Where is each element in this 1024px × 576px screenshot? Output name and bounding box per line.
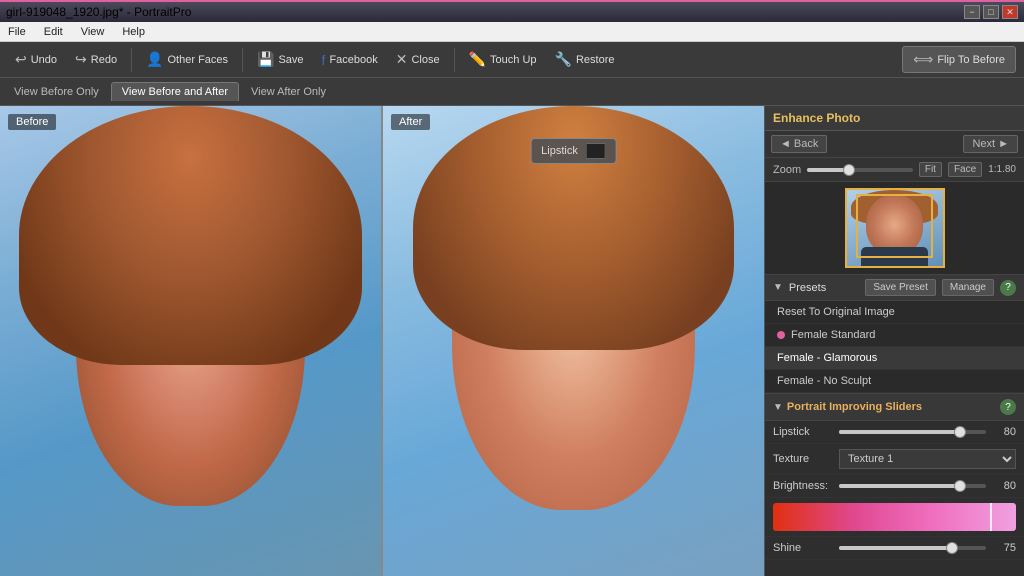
brightness-slider-label: Brightness: [773, 480, 833, 492]
preset-list: Reset To Original Image Female Standard … [765, 301, 1024, 394]
undo-button[interactable]: ↩ Undo [8, 48, 64, 71]
facebook-button[interactable]: f Facebook [315, 49, 385, 71]
sliders-label: Portrait Improving Sliders [787, 401, 922, 413]
zoom-label: Zoom [773, 164, 801, 176]
toolbar: ↩ Undo ↪ Redo 👤 Other Faces 💾 Save f Fac… [0, 42, 1024, 78]
restore-icon: 🔧 [555, 51, 572, 68]
before-label: Before [8, 114, 56, 130]
menu-help[interactable]: Help [118, 26, 149, 38]
preset-reset[interactable]: Reset To Original Image [765, 301, 1024, 324]
separator-3 [454, 48, 455, 72]
tab-view-before-after[interactable]: View Before and After [111, 82, 239, 101]
before-image[interactable] [0, 106, 381, 576]
maximize-button[interactable]: □ [983, 5, 999, 19]
menu-file[interactable]: File [4, 26, 30, 38]
next-icon: ► [998, 138, 1009, 150]
brush-icon: ✏️ [469, 51, 486, 68]
texture-select[interactable]: Texture 1 Texture 2 Texture 3 [839, 449, 1016, 469]
presets-triangle: ▼ [773, 282, 783, 293]
manage-presets-button[interactable]: Manage [942, 279, 994, 296]
brightness-slider-value: 80 [992, 480, 1016, 492]
zoom-row: Zoom Fit Face 1:1.80 [765, 158, 1024, 182]
touch-up-button[interactable]: ✏️ Touch Up [462, 48, 544, 71]
lipstick-color-swatch[interactable] [586, 143, 606, 159]
color-gradient[interactable] [773, 503, 1016, 531]
lipstick-slider-row: Lipstick 80 [765, 421, 1024, 444]
title-bar: girl-919048_1920.jpg* - PortraitPro − □ … [0, 0, 1024, 22]
thumbnail-area [765, 182, 1024, 275]
enhance-photo-header: Enhance Photo [765, 106, 1024, 131]
sliders-triangle: ▼ [773, 402, 783, 413]
zoom-ratio: 1:1.80 [988, 164, 1016, 175]
image-area: Before After Lipstick [0, 106, 764, 576]
separator-2 [242, 48, 243, 72]
thumb-selection-rect [856, 194, 933, 259]
after-label: After [391, 114, 430, 130]
preset-female-standard[interactable]: Female Standard [765, 324, 1024, 347]
restore-button[interactable]: 🔧 Restore [548, 48, 622, 71]
nav-row: ◄ Back Next ► [765, 131, 1024, 158]
menu-edit[interactable]: Edit [40, 26, 67, 38]
before-panel: Before [0, 106, 381, 576]
save-button[interactable]: 💾 Save [250, 48, 311, 71]
flip-to-before-button[interactable]: ⟺ Flip To Before [902, 46, 1016, 73]
redo-button[interactable]: ↪ Redo [68, 48, 124, 71]
texture-label: Texture [773, 453, 833, 465]
preset-female-glamorous[interactable]: Female - Glamorous [765, 347, 1024, 370]
back-button[interactable]: ◄ Back [771, 135, 827, 153]
brightness-slider[interactable] [839, 484, 986, 488]
presets-label: Presets [789, 282, 826, 294]
main-content: Before After Lipstick Enhance Photo ◄ Ba… [0, 106, 1024, 576]
sliders-help-button[interactable]: ? [1000, 399, 1016, 415]
save-preset-button[interactable]: Save Preset [865, 279, 935, 296]
lipstick-slider[interactable] [839, 430, 986, 434]
view-tabs: View Before Only View Before and After V… [0, 78, 1024, 106]
after-panel: After Lipstick [383, 106, 764, 576]
texture-row: Texture Texture 1 Texture 2 Texture 3 [765, 444, 1024, 475]
window-controls: − □ ✕ [964, 5, 1018, 19]
lipstick-slider-label: Lipstick [773, 426, 833, 438]
right-panel: Enhance Photo ◄ Back Next ► Zoom Fit Fac… [764, 106, 1024, 576]
brightness-slider-row: Brightness: 80 [765, 475, 1024, 498]
next-button[interactable]: Next ► [963, 135, 1018, 153]
other-faces-button[interactable]: 👤 Other Faces [139, 48, 235, 71]
menu-bar: File Edit View Help [0, 22, 1024, 42]
shine-slider[interactable] [839, 546, 986, 550]
zoom-face-button[interactable]: Face [948, 162, 982, 177]
after-image[interactable] [383, 106, 764, 576]
shine-slider-label: Shine [773, 542, 833, 554]
tab-view-before-only[interactable]: View Before Only [4, 83, 109, 101]
back-icon: ◄ [780, 138, 791, 150]
presets-help-button[interactable]: ? [1000, 280, 1016, 296]
color-cursor [990, 503, 992, 531]
lipstick-slider-value: 80 [992, 426, 1016, 438]
close-image-button[interactable]: ✕ Close [389, 48, 447, 71]
undo-icon: ↩ [15, 51, 27, 68]
save-icon: 💾 [257, 51, 274, 68]
preset-active-indicator [777, 331, 785, 339]
tab-view-after-only[interactable]: View After Only [241, 83, 336, 101]
shine-slider-value: 75 [992, 542, 1016, 554]
menu-view[interactable]: View [77, 26, 109, 38]
facebook-icon: f [322, 52, 326, 68]
presets-header: ▼ Presets Save Preset Manage ? [765, 275, 1024, 301]
separator-1 [131, 48, 132, 72]
close-icon: ✕ [396, 51, 408, 68]
shine-slider-row: Shine 75 [765, 537, 1024, 560]
redo-icon: ↪ [75, 51, 87, 68]
lipstick-tooltip[interactable]: Lipstick [530, 138, 617, 164]
thumbnail[interactable] [845, 188, 945, 268]
preset-female-no-sculpt[interactable]: Female - No Sculpt [765, 370, 1024, 393]
zoom-fit-button[interactable]: Fit [919, 162, 942, 177]
person-icon: 👤 [146, 51, 163, 68]
flip-icon: ⟺ [913, 51, 933, 68]
close-button[interactable]: ✕ [1002, 5, 1018, 19]
sliders-header: ▼ Portrait Improving Sliders ? [765, 394, 1024, 421]
minimize-button[interactable]: − [964, 5, 980, 19]
color-row [765, 498, 1024, 537]
lipstick-tooltip-label: Lipstick [541, 145, 578, 157]
zoom-slider[interactable] [807, 168, 913, 172]
app-title: girl-919048_1920.jpg* - PortraitPro [6, 5, 191, 19]
